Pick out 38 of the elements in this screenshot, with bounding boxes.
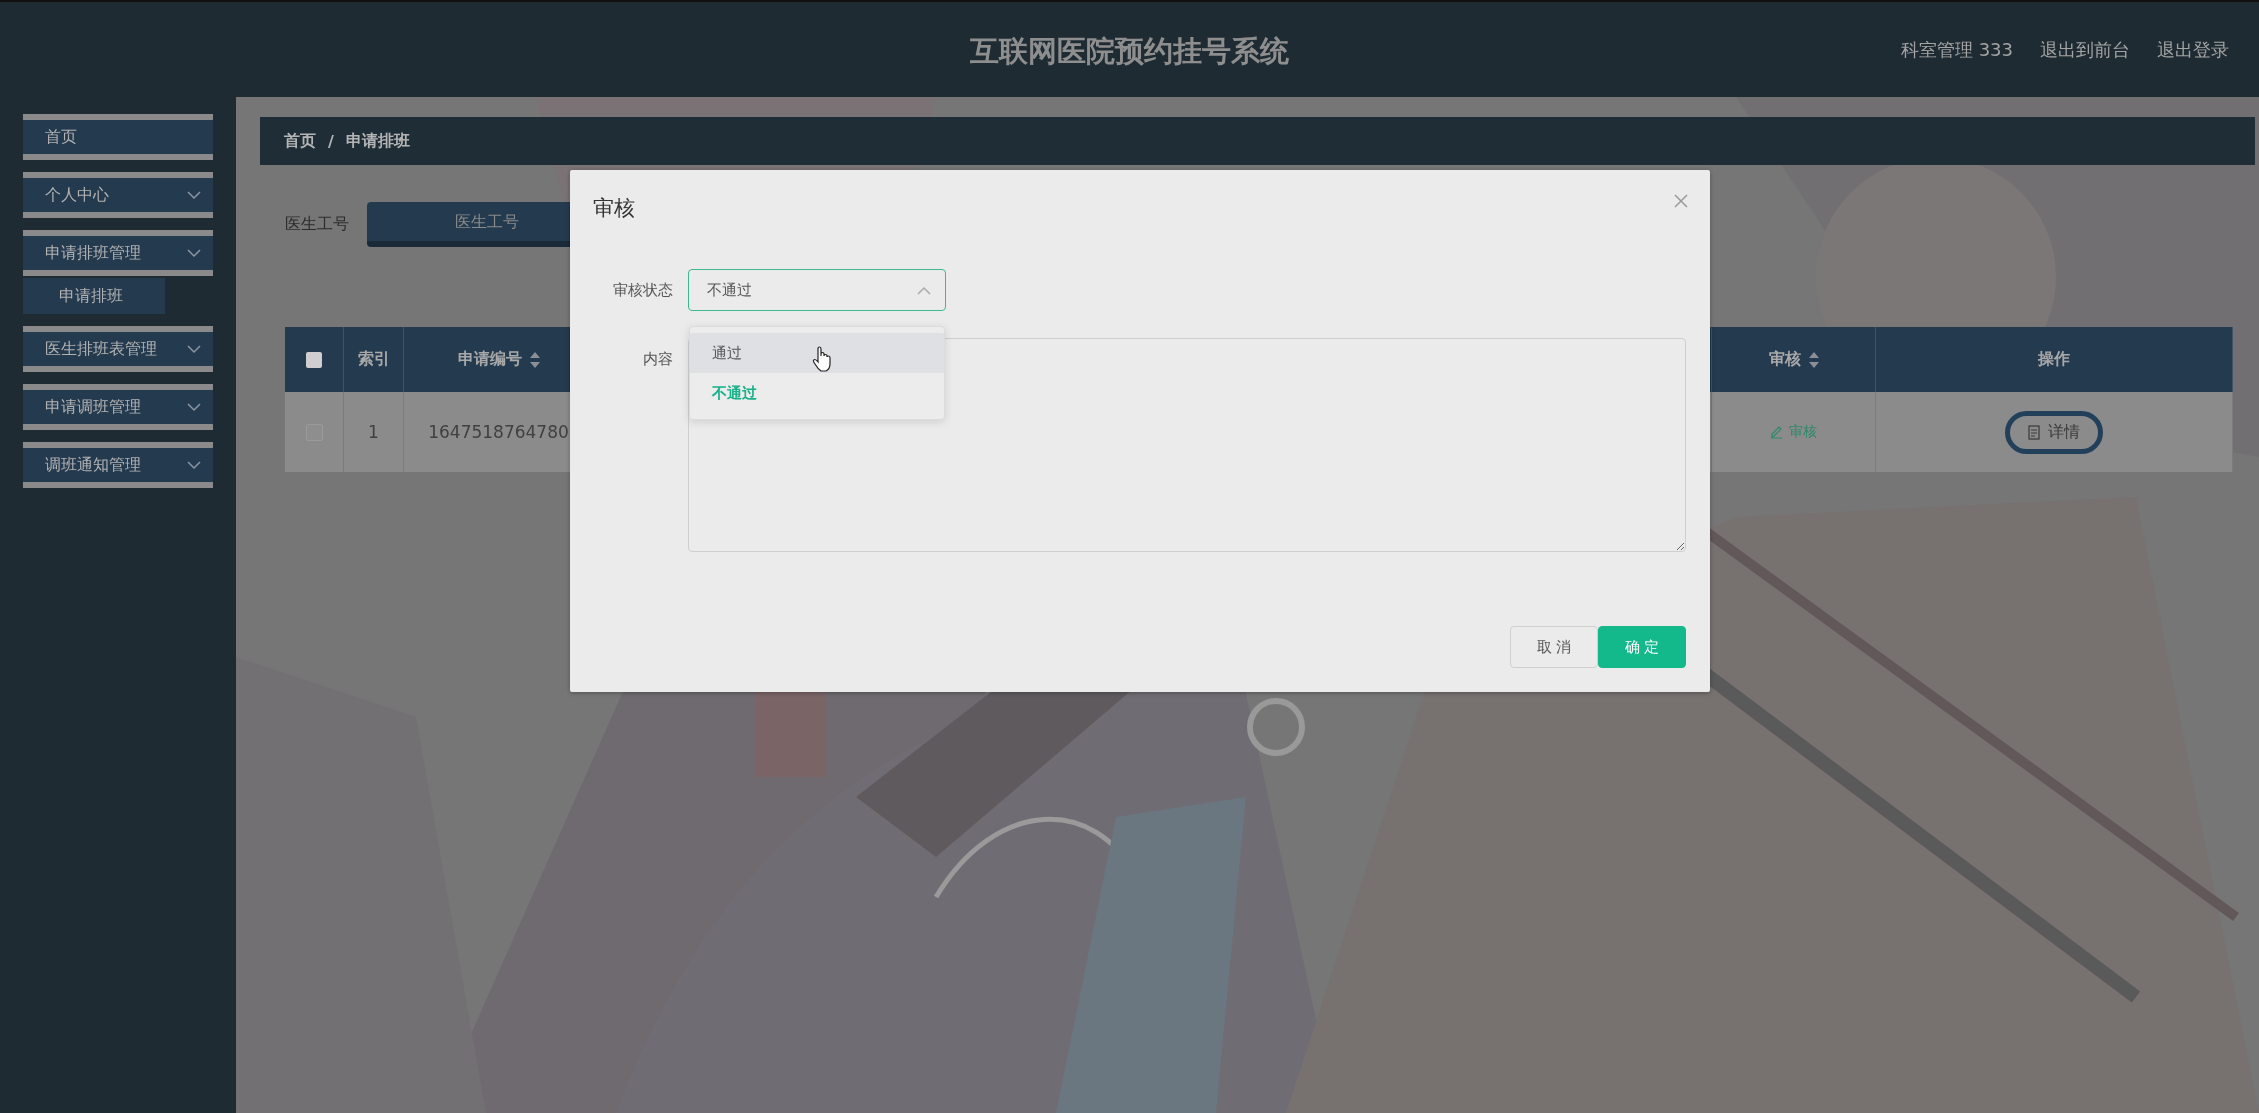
table-cell: 1 — [344, 392, 404, 472]
sidebar-item[interactable]: 医生排班表管理 — [23, 326, 213, 372]
select-all-checkbox[interactable] — [306, 351, 322, 368]
breadcrumb-link[interactable]: 首页 — [284, 130, 316, 152]
status-select[interactable]: 不通过 — [688, 269, 946, 311]
field-label: 审核状态 — [612, 281, 673, 300]
breadcrumb-link[interactable]: 申请排班 — [345, 130, 410, 152]
chevron-down-icon — [187, 402, 201, 412]
cancel-button[interactable]: 取消 — [1510, 626, 1598, 668]
chevron-down-icon — [187, 190, 201, 200]
column-header[interactable]: 审核 — [1712, 327, 1876, 392]
field-label: 内容 — [642, 350, 673, 369]
header-link[interactable]: 退出登录 — [2157, 37, 2229, 62]
chevron-up-icon — [917, 285, 931, 295]
app-title: 互联网医院预约挂号系统 — [970, 33, 1289, 70]
chevron-down-icon — [187, 460, 201, 470]
hand-cursor-icon — [812, 346, 832, 372]
detail-button[interactable]: 详情 — [2005, 410, 2103, 454]
sidebar-item[interactable]: 个人中心 — [23, 172, 213, 218]
column-header: 索引 — [344, 327, 404, 392]
search-label: 医生工号 — [285, 214, 349, 235]
sidebar-item[interactable]: 申请排班管理 — [23, 230, 213, 276]
sort-icon — [1808, 351, 1819, 368]
close-icon[interactable] — [1674, 194, 1688, 208]
chevron-down-icon — [187, 344, 201, 354]
document-icon — [2028, 424, 2040, 440]
header-link[interactable]: 退出到前台 — [2040, 37, 2130, 62]
breadcrumb-separator: / — [328, 131, 334, 151]
dropdown-option[interactable]: 通过 — [690, 333, 944, 373]
pencil-icon — [1770, 425, 1783, 439]
sort-icon — [529, 351, 540, 368]
sidebar-subitem[interactable]: 申请排班 — [23, 278, 165, 314]
sidebar-item[interactable]: 首页 — [23, 114, 213, 160]
column-header: 操作 — [1876, 327, 2233, 392]
chevron-down-icon — [187, 248, 201, 258]
header-link[interactable]: 科室管理 333 — [1900, 37, 2013, 62]
sidebar-item[interactable]: 申请调班管理 — [23, 384, 213, 430]
sidebar-item[interactable]: 调班通知管理 — [23, 442, 213, 488]
